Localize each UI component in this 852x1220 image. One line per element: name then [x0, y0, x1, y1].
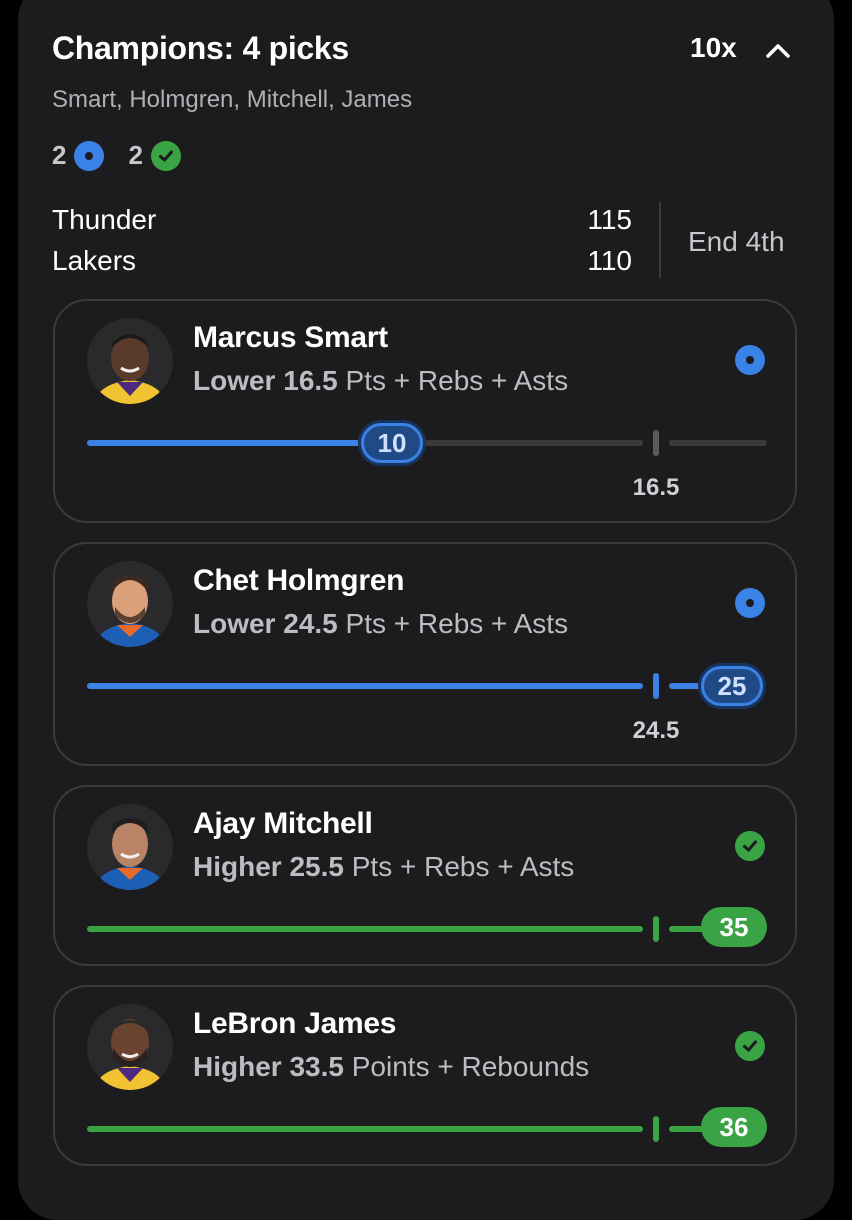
pick-direction: Higher: [193, 1051, 282, 1082]
pick-direction: Lower: [193, 608, 276, 639]
score-divider: [659, 202, 661, 278]
pick-line-value: 33.5: [289, 1051, 344, 1082]
player-avatar: [87, 1004, 173, 1090]
player-name: Chet Holmgren: [193, 564, 405, 597]
pick-line: Higher 33.5 Points + Rebounds: [193, 1051, 589, 1083]
pending-count: 2: [52, 140, 67, 170]
line-marker-label: 16.5: [632, 474, 680, 501]
line-marker: [653, 916, 659, 942]
player-avatar: [87, 804, 173, 890]
progress-fill: [87, 683, 643, 689]
pick-line-value: 25.5: [289, 851, 344, 882]
checkmark-icon: [735, 831, 765, 861]
player-name: LeBron James: [193, 1007, 397, 1040]
pick-line: Higher 25.5 Pts + Rebs + Asts: [193, 851, 574, 883]
pending-dot-icon: [735, 588, 765, 618]
pick-line: Lower 24.5 Pts + Rebs + Asts: [193, 608, 568, 640]
current-stat-pill: 10: [361, 423, 423, 463]
progress-fill: [87, 926, 643, 932]
line-marker: [653, 673, 659, 699]
line-marker-label: 24.5: [632, 717, 680, 744]
chevron-up-icon[interactable]: [762, 36, 794, 64]
pick-line-value: 16.5: [283, 365, 338, 396]
checkmark-icon: [150, 140, 181, 171]
progress-fill: [87, 1126, 643, 1132]
pick-line: Lower 16.5 Pts + Rebs + Asts: [193, 365, 568, 397]
lineup-player-names: Smart, Holmgren, Mitchell, James: [52, 86, 413, 113]
player-name: Marcus Smart: [193, 321, 388, 354]
team-name-away: Lakers: [52, 245, 137, 276]
player-avatar: [87, 561, 173, 647]
player-name: Ajay Mitchell: [193, 807, 373, 840]
pending-dot-icon: [735, 345, 765, 375]
pick-card-chet-holmgren[interactable]: Chet Holmgren Lower 24.5 Pts + Rebs + As…: [53, 542, 797, 766]
pick-stat-type: Pts + Rebs + Asts: [351, 851, 575, 882]
progress-fill: [87, 440, 387, 446]
pick-card-marcus-smart[interactable]: Marcus Smart Lower 16.5 Pts + Rebs + Ast…: [53, 299, 797, 523]
pick-direction: Higher: [193, 851, 282, 882]
team-name-home: Thunder: [52, 204, 157, 235]
lineup-title: Champions: 4 picks: [52, 30, 349, 66]
pick-card-lebron-james[interactable]: LeBron James Higher 33.5 Points + Reboun…: [53, 985, 797, 1166]
game-period: End 4th: [688, 226, 785, 257]
team-score-home: 115: [587, 204, 632, 235]
checkmark-icon: [735, 1031, 765, 1061]
pick-card-ajay-mitchell[interactable]: Ajay Mitchell Higher 25.5 Pts + Rebs + A…: [53, 785, 797, 966]
current-stat-pill: 35: [701, 907, 767, 947]
line-marker: [653, 430, 659, 456]
pick-status-counts: 2 2: [52, 140, 205, 171]
pick-stat-type: Points + Rebounds: [351, 1051, 590, 1082]
won-count: 2: [128, 140, 143, 170]
pick-stat-type: Pts + Rebs + Asts: [345, 608, 569, 639]
payout-multiplier: 10x: [690, 32, 737, 63]
player-avatar: [87, 318, 173, 404]
progress-track-over: [669, 440, 767, 446]
current-stat-pill: 25: [701, 666, 763, 706]
pending-dot-icon: [74, 140, 105, 171]
team-score-away: 110: [587, 245, 632, 276]
current-stat-pill: 36: [701, 1107, 767, 1147]
pick-stat-type: Pts + Rebs + Asts: [345, 365, 569, 396]
pick-direction: Lower: [193, 365, 276, 396]
pick-line-value: 24.5: [283, 608, 338, 639]
line-marker: [653, 1116, 659, 1142]
